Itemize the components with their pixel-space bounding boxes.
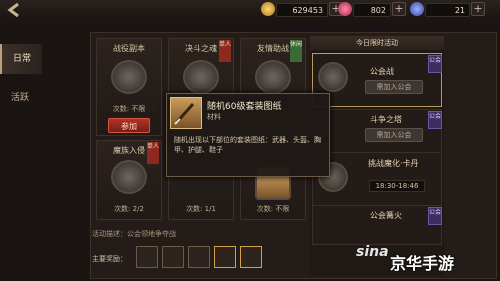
sword-icon	[174, 103, 195, 125]
activity-description: 活动描述：公会领地争夺战	[92, 230, 176, 238]
limited-activities-header: 今日限时活动	[310, 36, 444, 50]
reward-item-icon[interactable]	[240, 246, 262, 268]
guild-badge: 公会	[428, 207, 442, 225]
add-crystal-button[interactable]: +	[471, 2, 485, 16]
card-title: 战役副本	[113, 44, 145, 53]
gem-icon	[338, 2, 352, 16]
reward-item-icon[interactable]	[162, 246, 184, 268]
crystal-icon	[410, 2, 424, 16]
blueprint-scroll-icon	[170, 97, 202, 129]
reward-item-icon[interactable]	[136, 246, 158, 268]
tab-active[interactable]: 活跃	[0, 86, 40, 110]
row-title: 公会战	[370, 67, 394, 76]
site-watermark: 京华手游	[390, 254, 455, 273]
back-arrow-icon	[7, 2, 19, 18]
join-button[interactable]: 参加	[108, 118, 150, 133]
guild-war-icon	[318, 62, 348, 92]
guild-badge: 公会	[428, 55, 442, 73]
add-gem-button[interactable]: +	[392, 2, 406, 16]
tab-daily[interactable]: 日常	[0, 44, 42, 74]
card-count: 次数: 不限	[256, 205, 290, 213]
crystal-amount: 21	[425, 3, 470, 17]
sina-watermark: sina	[356, 244, 389, 260]
solo-ribbon: 单人	[219, 40, 231, 62]
gold-icon	[261, 2, 275, 16]
gem-amount: 802	[353, 3, 391, 17]
tooltip-description: 随机出现以下部位的套装图纸：武器、头盔、胸甲、护腿、鞋子	[174, 136, 321, 154]
campaign-emblem-icon	[111, 60, 147, 94]
card-count: 次数: 1/1	[186, 205, 216, 213]
helmet-emblem-icon	[111, 160, 147, 194]
gauntlet-emblem-icon	[255, 60, 291, 94]
join-guild-button[interactable]: 需加入公会	[365, 80, 423, 94]
row-title: 公会篝火	[370, 211, 402, 220]
row-title: 斗争之塔	[370, 115, 402, 124]
back-button[interactable]	[6, 2, 24, 18]
reward-item-icon[interactable]	[188, 246, 210, 268]
guild-badge: 公会	[428, 111, 442, 129]
card-count: 次数: 2/2	[114, 205, 144, 213]
card-count: 次数: 不限	[112, 105, 146, 113]
reward-label: 主要奖励：	[92, 255, 127, 263]
tooltip-type: 材料	[207, 113, 221, 121]
join-guild-button[interactable]: 需加入公会	[365, 128, 423, 142]
casual-ribbon: 休闲	[290, 40, 302, 62]
row-title: 挑战魔化·卡丹	[368, 159, 419, 168]
solo-ribbon: 单人	[147, 142, 159, 164]
time-range: 18:30-18:46	[369, 180, 425, 192]
gold-amount: 629453	[276, 3, 328, 17]
duel-emblem-icon	[183, 60, 219, 94]
reward-item-icon[interactable]	[214, 246, 236, 268]
tooltip-title: 随机60级套装图纸	[207, 102, 282, 112]
